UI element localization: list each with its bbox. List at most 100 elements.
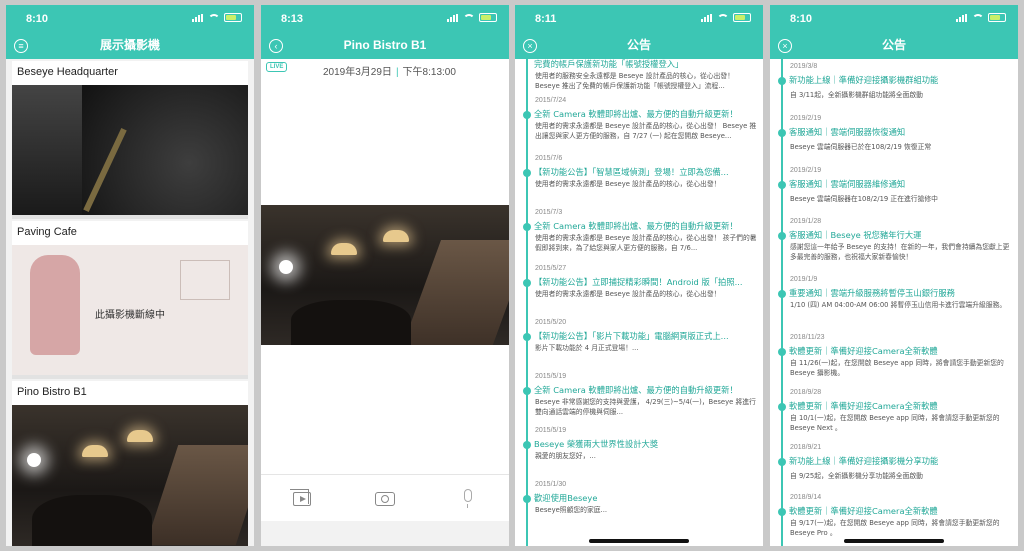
nav-bar: × 公告 [515,33,763,59]
announcement-desc: 自 9/17(一)起，在您開啟 Beseye app 同時，將會請您手動更新您的… [790,519,1000,537]
lamp-shape [82,445,108,457]
timeline-dot [778,181,786,189]
announcement-title: Beseye 榮獲兩大世界性設計大獎 [534,439,659,449]
announcement-date: 2015/1/30 [535,481,567,488]
announcement-title: 【新功能公告】「影片下載功能」電腦網頁版正式上... [534,331,729,341]
home-indicator[interactable] [844,539,944,543]
battery-icon [224,13,242,22]
microphone-icon[interactable] [455,488,481,508]
live-info-row: LIVE 2019年3月29日 | 下午8:13:00 [261,59,509,81]
wifi-icon [972,13,984,22]
status-time: 8:10 [26,13,49,25]
announcement-date: 2015/5/19 [535,373,567,380]
announcement-desc: 自 11/26(一)起，在您開啟 Beseye app 同時，將會請您手動更新您… [790,359,1004,377]
live-badge: LIVE [266,62,288,72]
camera-thumbnail[interactable] [12,85,248,215]
timeline-dot [523,387,531,395]
wifi-icon [717,13,729,22]
timeline-dot [778,77,786,85]
announcement-desc: 1/10 (四) AM 04:00-AM 06:00 將暫停玉山信用卡進行雲端升… [790,301,1007,309]
camera-name: Pino Bistro B1 [17,386,87,398]
nav-bar: ≡ 展示攝影機 [6,33,254,59]
timeline-dot [778,348,786,356]
bar-counter-shape [400,240,509,345]
status-time: 8:13 [281,13,304,25]
battery-icon [733,13,751,22]
live-toolbar [261,474,509,521]
announcement-date: 2019/1/9 [790,276,818,283]
timeline-dot [778,129,786,137]
timeline-dot [523,441,531,449]
timeline-dot [778,290,786,298]
home-indicator[interactable] [589,539,689,543]
camera-card-headquarter[interactable]: Beseye Headquarter [12,61,248,219]
camera-card-pino-bistro[interactable]: Pino Bistro B1 [12,381,248,546]
camera-thumbnail[interactable]: 此攝影機斷線中 [12,245,248,375]
light-glare [27,453,41,467]
announcement-desc: 自 3/11起，全新攝影機群組功能將全面啟動 [790,91,923,99]
live-date: 2019年3月29日 [323,67,392,78]
status-icons [447,13,497,22]
phone-live-view: 8:13 ‹ Pino Bistro B1 LIVE 2019年3月29日 | 下午… [261,5,509,546]
announcement-title: 軟體更新｜準備好迎接Camera全新軟體 [789,506,938,516]
announcement-desc: Beseye照顧您的家庭... [535,506,608,514]
playback-icon[interactable] [289,488,315,508]
battery-icon [479,13,497,22]
phone-announcements-2019: 8:10 × 公告 2019/3/8 新功能上線｜準備好迎接攝影機群組功能 自 … [770,5,1018,546]
announcement-desc: Beseye 雲端伺服器在108/2/19 正在進行搶修中 [790,195,938,203]
timeline-dot [523,169,531,177]
camera-card-paving-cafe[interactable]: Paving Cafe 此攝影機斷線中 [12,221,248,379]
road-shape [83,127,127,213]
status-bar: 8:11 [515,5,763,33]
camera-icon[interactable] [372,488,398,508]
announcement-date: 2015/7/3 [535,209,563,216]
announcement-title: 新功能上線｜準備好迎接攝影機分享功能 [789,456,939,466]
live-video[interactable] [261,205,509,345]
timeline-dot [778,232,786,240]
lamp-shape [127,430,153,442]
close-icon[interactable]: × [778,39,792,53]
announcement-date: 2019/3/8 [790,63,818,70]
menu-icon[interactable]: ≡ [14,39,28,53]
announcement-desc: 使用者的需求永遠都是 Beseye 設計產品的核心，從心出發！ Beseye 推… [535,122,757,140]
announcement-date: 2019/1/28 [790,218,822,225]
timeline-dot [523,495,531,503]
live-clock: 下午8:13:00 [402,67,456,78]
camera-name: Paving Cafe [17,226,77,238]
wall-frame-shape [180,260,230,300]
announcement-title: 軟體更新｜準備好迎接Camera全新軟體 [789,401,938,411]
offline-message: 此攝影機斷線中 [95,310,165,321]
announcement-desc: 自 9/25起，全新攝影機分享功能將全面啟動 [790,472,923,480]
page-title: 展示攝影機 [99,38,160,52]
announcement-date: 2015/7/24 [535,97,567,104]
announcement-title: 歡迎使用Beseye [534,493,598,503]
camera-name: Beseye Headquarter [17,66,118,78]
nav-bar: ‹ Pino Bistro B1 [261,33,509,59]
announcement-title: 【新功能公告】「智慧區域偵測」登場！立即為您備... [534,167,729,177]
phone-camera-list: 8:10 ≡ 展示攝影機 Beseye Headquarter Paving C… [6,5,254,546]
signal-icon [701,13,713,22]
announcement-date: 2015/7/6 [535,155,563,162]
nav-bar: × 公告 [770,33,1018,59]
back-icon[interactable]: ‹ [269,39,283,53]
live-timestamp: 2019年3月29日 | 下午8:13:00 [323,63,456,78]
announcement-date: 2015/5/27 [535,265,567,272]
timeline-line [526,59,528,546]
announcement-desc: 使用者的需求永遠都是 Beseye 設計產品的核心，從心出發！ [535,180,721,188]
announcement-title: 全新 Camera 軟體即將出爐、最方便的自動升級更新！ [534,385,738,395]
status-time: 8:10 [790,13,813,25]
timeline-dot [523,111,531,119]
signal-icon [956,13,968,22]
status-bar: 8:10 [6,5,254,33]
battery-icon [988,13,1006,22]
announcement-date: 2018/11/23 [790,334,825,341]
announcement-desc: 使用者的需求永遠都是 Beseye 設計產品的核心，從心出發！ 孩子們的暑假即將… [535,234,757,252]
announcement-title: 重要通知｜雲端升級服務將暫停玉山銀行服務 [789,288,955,298]
person-shape [30,255,80,355]
bar-counter-shape [145,445,248,545]
close-icon[interactable]: × [523,39,537,53]
camera-thumbnail[interactable] [12,405,248,546]
announcement-title: 完費的帳戶保護新功能「帳號授權登入」 [534,59,684,69]
announcement-timeline: 完費的帳戶保護新功能「帳號授權登入」 使用者的服務安全永遠都是 Beseye 設… [515,59,763,546]
announcement-date: 2018/9/14 [790,494,822,501]
